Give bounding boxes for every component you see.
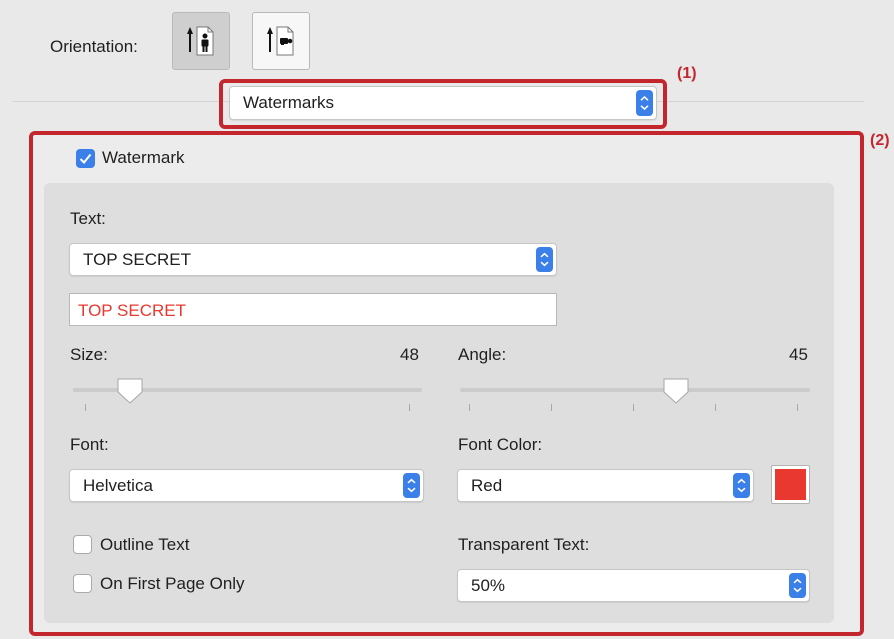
slider-tick — [797, 404, 798, 411]
watermark-text-value: TOP SECRET — [78, 301, 187, 320]
font-color-popup[interactable]: Red — [457, 469, 754, 502]
watermark-text-field[interactable]: TOP SECRET — [69, 293, 557, 326]
text-label: Text: — [70, 209, 106, 228]
panel-menu-popup[interactable]: Watermarks — [229, 86, 657, 120]
text-preset-value: TOP SECRET — [83, 249, 192, 269]
slider-tick — [85, 404, 86, 411]
angle-label: Angle: — [458, 345, 507, 364]
popup-arrows-icon — [789, 573, 806, 598]
panel-menu-value: Watermarks — [243, 93, 334, 112]
slider-tick — [633, 404, 634, 411]
watermark-checkbox-label: Watermark — [102, 148, 185, 167]
angle-slider-track[interactable] — [460, 388, 810, 392]
slider-tick — [409, 404, 410, 411]
font-color-value: Red — [471, 475, 503, 495]
outline-text-label: Outline Text — [100, 535, 190, 554]
font-value: Helvetica — [83, 475, 153, 495]
transparent-text-popup[interactable]: 50% — [457, 569, 810, 602]
text-preset-popup[interactable]: TOP SECRET — [69, 243, 557, 276]
watermark-checkbox[interactable] — [76, 149, 95, 168]
first-page-only-checkbox[interactable] — [73, 574, 92, 593]
popup-arrows-icon — [403, 473, 420, 498]
color-swatch — [775, 469, 806, 500]
orientation-label: Orientation: — [50, 37, 138, 56]
first-page-only-label: On First Page Only — [100, 574, 245, 593]
outline-text-checkbox[interactable] — [73, 535, 92, 554]
font-popup[interactable]: Helvetica — [69, 469, 424, 502]
landscape-orientation-button[interactable] — [252, 12, 310, 70]
font-color-well[interactable] — [771, 465, 810, 504]
portrait-icon — [187, 26, 214, 56]
size-label: Size: — [70, 345, 108, 364]
transparent-text-value: 50% — [471, 575, 506, 595]
popup-arrows-icon — [536, 247, 553, 272]
font-color-label: Font Color: — [458, 435, 543, 454]
checkmark-icon — [79, 153, 92, 164]
transparent-text-label: Transparent Text: — [458, 535, 590, 554]
size-slider-knob[interactable] — [115, 376, 145, 406]
font-label: Font: — [70, 435, 109, 454]
angle-value: 45 — [789, 345, 808, 364]
portrait-orientation-button[interactable] — [172, 12, 230, 70]
size-value: 48 — [400, 345, 419, 364]
slider-tick — [469, 404, 470, 411]
angle-slider-knob[interactable] — [661, 376, 691, 406]
popup-arrows-icon — [733, 473, 750, 498]
slider-tick — [551, 404, 552, 411]
landscape-icon — [267, 26, 294, 56]
callout-label-1: (1) — [677, 65, 697, 82]
callout-label-2: (2) — [870, 132, 890, 149]
popup-arrows-icon — [636, 90, 653, 116]
slider-tick — [715, 404, 716, 411]
